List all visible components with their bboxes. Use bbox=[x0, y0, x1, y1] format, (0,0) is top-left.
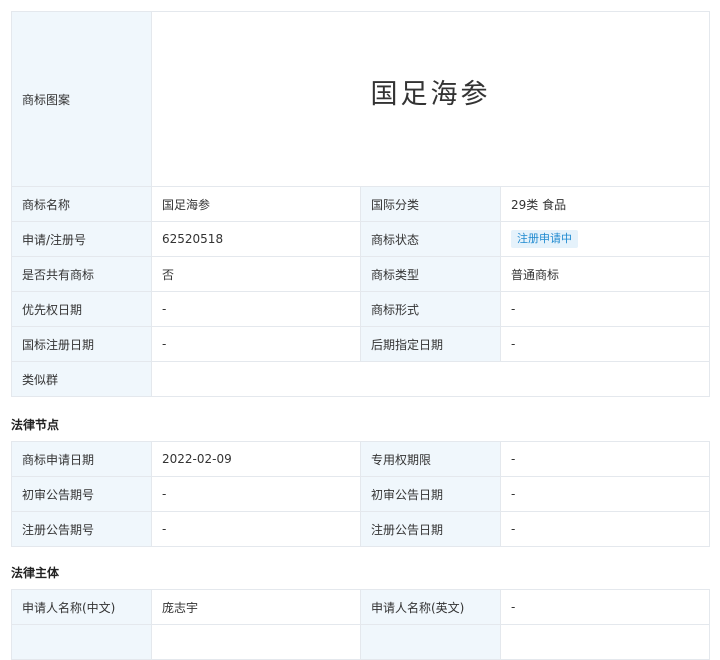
registration-number-value: 62520518 bbox=[151, 221, 361, 257]
row-label bbox=[11, 624, 152, 660]
intl-registration-date-value: - bbox=[151, 326, 361, 362]
legal-nodes-title: 法律节点 bbox=[11, 418, 60, 432]
table-row bbox=[11, 624, 710, 660]
trademark-name-value: 国足海参 bbox=[151, 186, 361, 222]
table-row: 类似群 bbox=[11, 361, 711, 397]
row-value bbox=[151, 624, 361, 660]
legal-nodes-table: 商标申请日期 2022-02-09 专用权期限 - 初审公告期号 - 初审公告日… bbox=[11, 441, 710, 547]
applicant-name-en-value: - bbox=[500, 589, 710, 625]
row-label: 是否共有商标 bbox=[11, 256, 152, 292]
applicant-name-cn-value: 庞志宇 bbox=[151, 589, 361, 625]
trademark-image: 国足海参 bbox=[150, 11, 711, 187]
similar-group-value bbox=[150, 361, 711, 397]
application-date-value: 2022-02-09 bbox=[151, 441, 361, 477]
table-row: 商标名称 国足海参 国际分类 29类 食品 bbox=[11, 186, 711, 222]
row-label: 申请人名称(中文) bbox=[11, 589, 152, 625]
priority-date-value: - bbox=[151, 291, 361, 327]
table-row: 国标注册日期 - 后期指定日期 - bbox=[11, 326, 711, 362]
row-label: 商标形式 bbox=[360, 291, 501, 327]
trademark-info-table: 商标图案 国足海参 商标名称 国足海参 国际分类 29类 食品 申请/注册号 6… bbox=[11, 11, 711, 397]
row-label: 初审公告日期 bbox=[360, 476, 501, 512]
registration-announcement-number-value: - bbox=[151, 511, 361, 547]
row-label: 后期指定日期 bbox=[360, 326, 501, 362]
row-label: 国标注册日期 bbox=[11, 326, 152, 362]
row-value bbox=[500, 624, 710, 660]
prelim-announcement-number-value: - bbox=[151, 476, 361, 512]
table-row: 初审公告期号 - 初审公告日期 - bbox=[11, 476, 710, 512]
row-label: 国际分类 bbox=[360, 186, 501, 222]
row-label: 优先权日期 bbox=[11, 291, 152, 327]
trademark-type-value: 普通商标 bbox=[499, 256, 711, 292]
row-label: 专用权期限 bbox=[360, 441, 501, 477]
similar-group-label: 类似群 bbox=[11, 361, 152, 397]
row-label: 初审公告期号 bbox=[11, 476, 152, 512]
row-label: 申请人名称(英文) bbox=[360, 589, 501, 625]
table-row: 商标申请日期 2022-02-09 专用权期限 - bbox=[11, 441, 710, 477]
table-row: 申请人名称(中文) 庞志宇 申请人名称(英文) - bbox=[11, 589, 710, 625]
table-row: 申请/注册号 62520518 商标状态 注册申请中 bbox=[11, 221, 711, 257]
row-label bbox=[360, 624, 501, 660]
status-cell: 注册申请中 bbox=[499, 221, 711, 257]
status-badge: 注册申请中 bbox=[511, 230, 578, 248]
row-label: 商标状态 bbox=[360, 221, 501, 257]
prelim-announcement-date-value: - bbox=[500, 476, 710, 512]
trademark-image-label: 商标图案 bbox=[11, 11, 152, 187]
row-label: 商标申请日期 bbox=[11, 441, 152, 477]
trademark-form-value: - bbox=[499, 291, 711, 327]
exclusive-right-term-value: - bbox=[500, 441, 710, 477]
table-row: 优先权日期 - 商标形式 - bbox=[11, 291, 711, 327]
row-label: 商标名称 bbox=[11, 186, 152, 222]
table-row: 是否共有商标 否 商标类型 普通商标 bbox=[11, 256, 711, 292]
row-label: 注册公告日期 bbox=[360, 511, 501, 547]
row-label: 商标类型 bbox=[360, 256, 501, 292]
intl-class-value: 29类 食品 bbox=[499, 186, 711, 222]
trademark-image-text: 国足海参 bbox=[370, 78, 491, 110]
table-row: 商标图案 国足海参 bbox=[11, 11, 711, 187]
table-row: 注册公告期号 - 注册公告日期 - bbox=[11, 511, 710, 547]
legal-entity-table: 申请人名称(中文) 庞志宇 申请人名称(英文) - bbox=[11, 589, 710, 660]
later-designation-date-value: - bbox=[499, 326, 711, 362]
shared-trademark-value: 否 bbox=[151, 256, 361, 292]
registration-announcement-date-value: - bbox=[500, 511, 710, 547]
row-label: 申请/注册号 bbox=[11, 221, 152, 257]
row-label: 注册公告期号 bbox=[11, 511, 152, 547]
legal-entity-title: 法律主体 bbox=[11, 566, 60, 580]
